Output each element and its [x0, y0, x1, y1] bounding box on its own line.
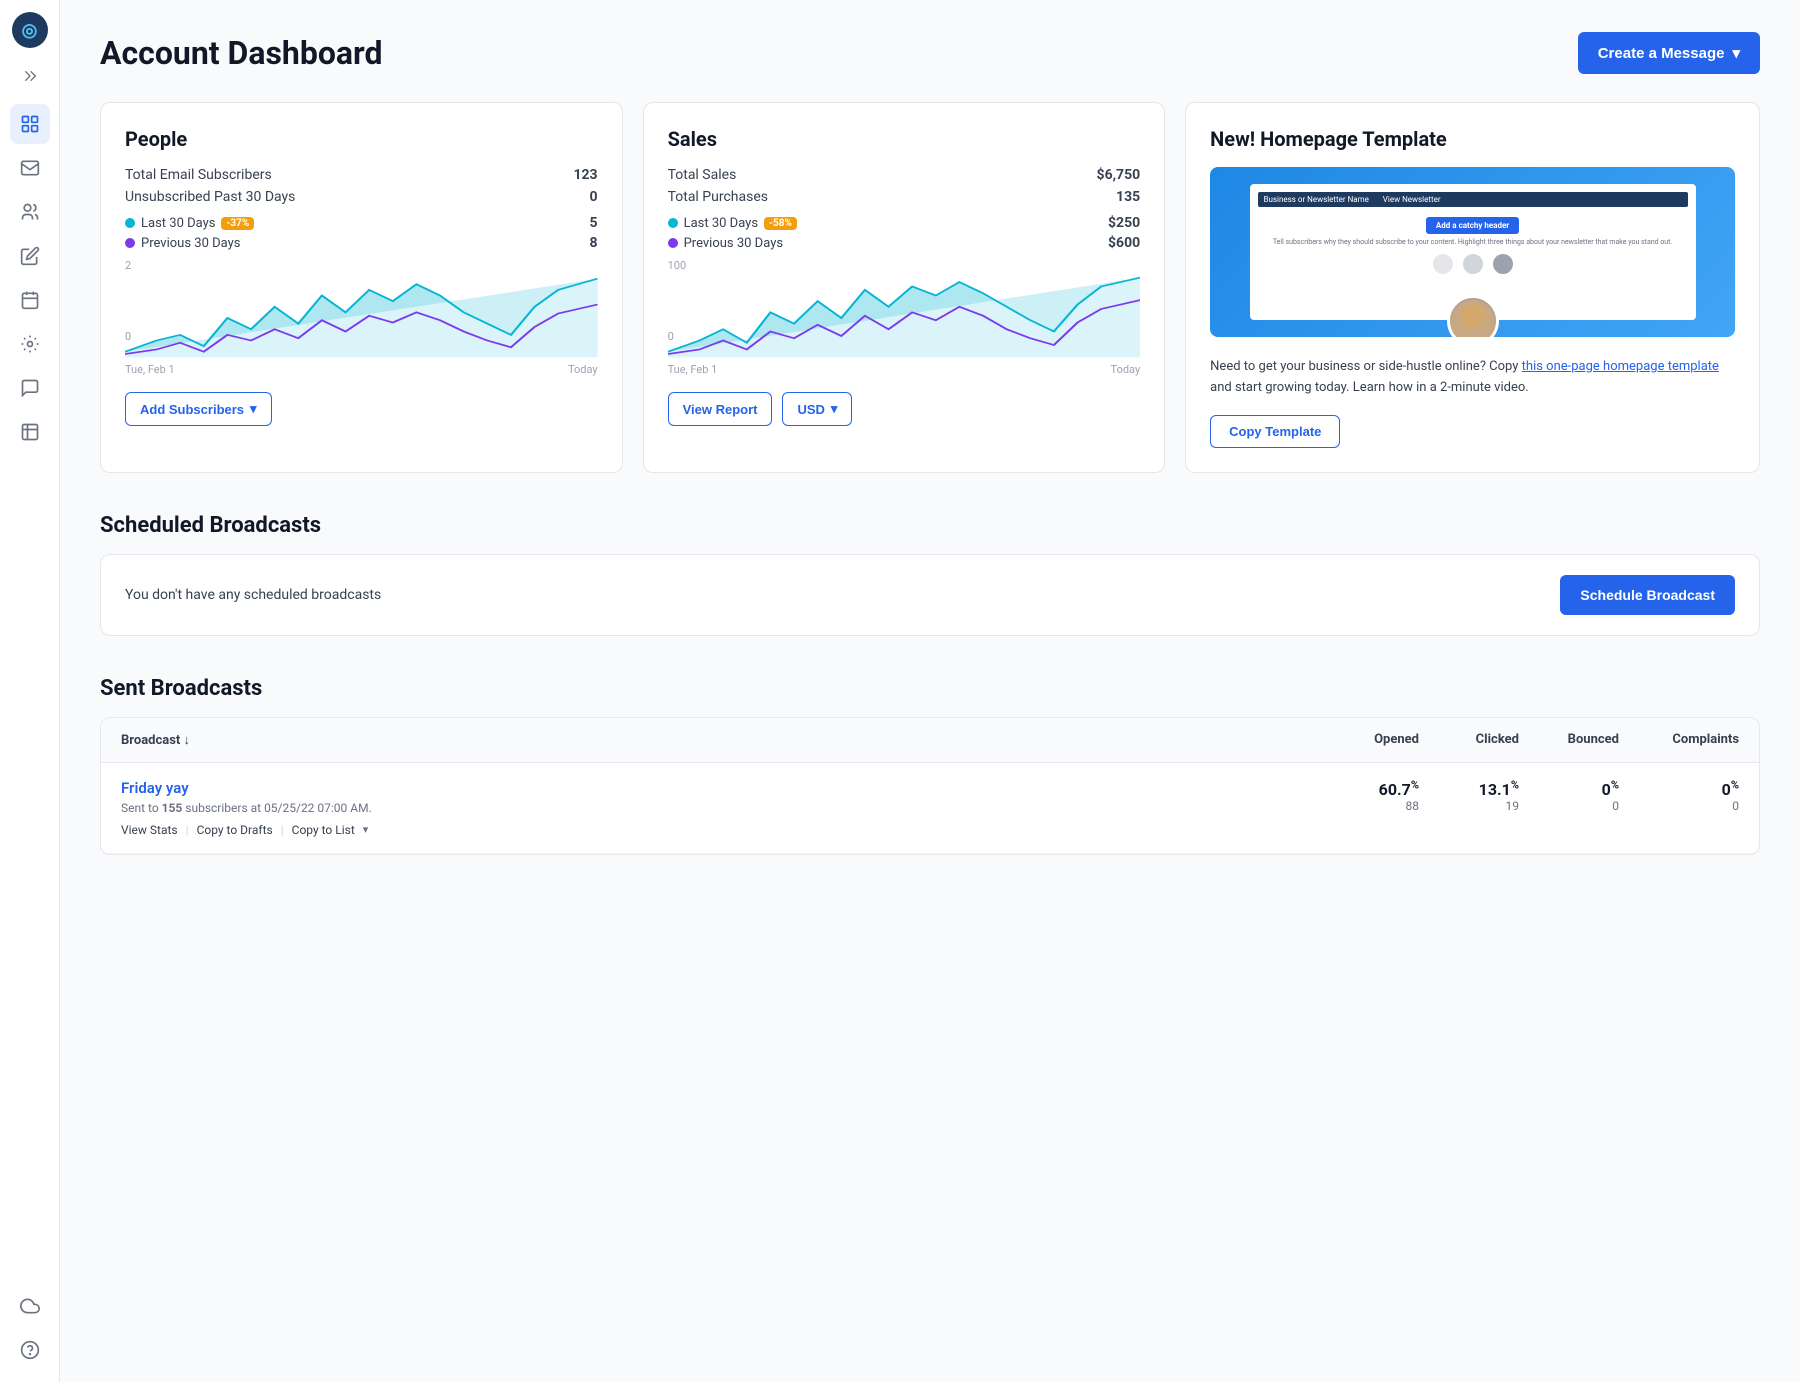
sent-section-title: Sent Broadcasts: [100, 676, 1760, 701]
complaints-cell: 0% 0: [1619, 779, 1739, 813]
sidebar-item-mail[interactable]: [10, 148, 50, 188]
col-clicked: Clicked: [1419, 732, 1519, 748]
total-sales-value: $6,750: [1097, 167, 1141, 183]
copy-to-list-link[interactable]: Copy to List: [292, 823, 355, 837]
bounced-cell: 0% 0: [1519, 779, 1619, 813]
unsub-value: 0: [590, 189, 598, 205]
unsub-row: Unsubscribed Past 30 Days 0: [125, 189, 598, 205]
unsub-label: Unsubscribed Past 30 Days: [125, 189, 295, 205]
sales-prev30-row: Previous 30 Days $600: [668, 235, 1141, 251]
total-sales-row: Total Sales $6,750: [668, 167, 1141, 183]
sales-card-title: Sales: [668, 127, 1141, 151]
clicked-cell: 13.1% 19: [1419, 779, 1519, 813]
people-chart: 2 0: [125, 259, 598, 359]
people-card-footer: Add Subscribers ▾: [125, 392, 598, 426]
sidebar-item-chat[interactable]: [10, 368, 50, 408]
page-header: Account Dashboard Create a Message ▾: [100, 32, 1760, 74]
table-header: Broadcast ↓ Opened Clicked Bounced Compl…: [101, 718, 1759, 763]
sidebar-item-help[interactable]: [10, 1330, 50, 1370]
col-complaints: Complaints: [1619, 732, 1739, 748]
page-title: Account Dashboard: [100, 34, 382, 72]
chevron-down-icon-usd: ▾: [831, 401, 838, 417]
broadcast-meta: Sent to 155 subscribers at 05/25/22 07:0…: [121, 801, 1319, 815]
broadcast-actions: View Stats | Copy to Drafts | Copy to Li…: [121, 823, 1319, 837]
add-subscribers-button[interactable]: Add Subscribers ▾: [125, 392, 272, 426]
scheduled-empty-text: You don't have any scheduled broadcasts: [125, 587, 381, 603]
broadcast-name-link[interactable]: Friday yay: [121, 779, 1319, 797]
chevron-down-icon: ▾: [1732, 44, 1740, 62]
avatar-icon-2: [1461, 252, 1485, 276]
template-link[interactable]: this one-page homepage template: [1522, 359, 1719, 374]
total-purchases-row: Total Purchases 135: [668, 189, 1141, 205]
copy-template-button[interactable]: Copy Template: [1210, 415, 1340, 448]
total-email-label: Total Email Subscribers: [125, 167, 272, 183]
col-broadcast: Broadcast ↓: [121, 732, 1319, 748]
sales-card: Sales Total Sales $6,750 Total Purchases…: [643, 102, 1166, 473]
teal-dot-icon-sales: [668, 218, 678, 228]
chevron-down-icon: ▾: [250, 401, 257, 417]
col-bounced: Bounced: [1519, 732, 1619, 748]
purple-dot-icon-sales: [668, 238, 678, 248]
sales-chart: 100 0: [668, 259, 1141, 359]
sales-last30-row: Last 30 Days -58% $250: [668, 215, 1141, 231]
total-purchases-value: 135: [1116, 189, 1140, 205]
people-prev30-value: 8: [590, 235, 598, 251]
sales-chart-y-top: 100: [668, 259, 687, 272]
avatar-icon-3: [1491, 252, 1515, 276]
total-email-row: Total Email Subscribers 123: [125, 167, 598, 183]
sidebar-item-edit[interactable]: [10, 236, 50, 276]
sidebar-item-cloud[interactable]: [10, 1286, 50, 1326]
people-chart-y-top: 2: [125, 259, 131, 272]
total-purchases-label: Total Purchases: [668, 189, 768, 205]
last30-badge: -37%: [221, 217, 254, 230]
template-card-title: New! Homepage Template: [1210, 127, 1735, 151]
teal-dot-icon: [125, 218, 135, 228]
people-last30-row: Last 30 Days -37% 5: [125, 215, 598, 231]
people-last30-value: 5: [590, 215, 598, 231]
view-report-button[interactable]: View Report: [668, 392, 773, 426]
sidebar-item-automation[interactable]: [10, 324, 50, 364]
chevron-down-icon-list: ▾: [363, 823, 369, 836]
view-stats-link[interactable]: View Stats: [121, 823, 178, 837]
avatar-icon-1: [1431, 252, 1455, 276]
sidebar-logo: ◎: [12, 12, 48, 48]
usd-button[interactable]: USD ▾: [782, 392, 852, 426]
sales-last30-value: $250: [1108, 215, 1140, 231]
total-email-value: 123: [573, 167, 597, 183]
broadcast-cell: Friday yay Sent to 155 subscribers at 05…: [121, 779, 1319, 837]
people-card-title: People: [125, 127, 598, 151]
template-preview-image: Business or Newsletter Name View Newslet…: [1210, 167, 1735, 337]
people-chart-dates: Tue, Feb 1 Today: [125, 363, 598, 376]
people-chart-y-bottom: 0: [125, 330, 131, 343]
schedule-broadcast-button[interactable]: Schedule Broadcast: [1560, 575, 1735, 615]
template-description: Need to get your business or side-hustle…: [1210, 357, 1735, 399]
cards-row: People Total Email Subscribers 123 Unsub…: [100, 102, 1760, 473]
scheduled-broadcasts-box: You don't have any scheduled broadcasts …: [100, 554, 1760, 636]
create-message-button[interactable]: Create a Message ▾: [1578, 32, 1760, 74]
sidebar: ◎: [0, 0, 60, 1382]
purple-dot-icon: [125, 238, 135, 248]
people-prev30-row: Previous 30 Days 8: [125, 235, 598, 251]
people-card: People Total Email Subscribers 123 Unsub…: [100, 102, 623, 473]
table-row: Friday yay Sent to 155 subscribers at 05…: [101, 763, 1759, 854]
opened-cell: 60.7% 88: [1319, 779, 1419, 813]
sent-broadcasts-table: Broadcast ↓ Opened Clicked Bounced Compl…: [100, 717, 1760, 855]
template-card: New! Homepage Template Business or Newsl…: [1185, 102, 1760, 473]
sales-prev30-value: $600: [1108, 235, 1140, 251]
sales-chart-dates: Tue, Feb 1 Today: [668, 363, 1141, 376]
col-opened: Opened: [1319, 732, 1419, 748]
sidebar-collapse-toggle[interactable]: [14, 60, 46, 92]
sidebar-item-integration[interactable]: [10, 412, 50, 452]
sales-card-footer: View Report USD ▾: [668, 392, 1141, 426]
total-sales-label: Total Sales: [668, 167, 737, 183]
sidebar-item-dashboard[interactable]: [10, 104, 50, 144]
sidebar-item-people[interactable]: [10, 192, 50, 232]
sales-chart-y-bottom: 0: [668, 330, 674, 343]
copy-to-drafts-link[interactable]: Copy to Drafts: [197, 823, 273, 837]
scheduled-section-title: Scheduled Broadcasts: [100, 513, 1760, 538]
main-content: Account Dashboard Create a Message ▾ Peo…: [60, 0, 1800, 1382]
sales-last30-badge: -58%: [764, 217, 797, 230]
sidebar-item-calendar[interactable]: [10, 280, 50, 320]
